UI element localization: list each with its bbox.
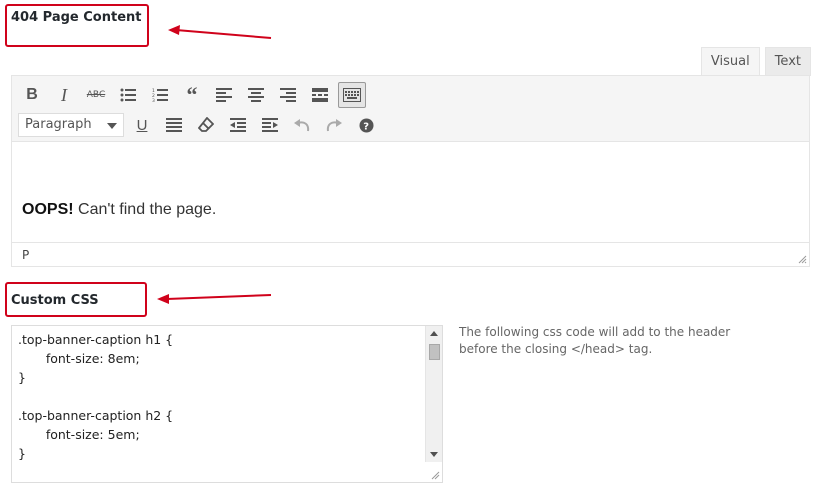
chevron-down-icon	[107, 123, 117, 129]
tab-visual[interactable]: Visual	[700, 47, 760, 76]
editor-statusbar: P	[12, 242, 809, 266]
custom-css-textarea[interactable]: .top-banner-caption h1 { font-size: 8em;…	[11, 325, 443, 483]
justify-icon[interactable]	[160, 112, 188, 138]
undo-icon[interactable]	[288, 112, 316, 138]
clear-formatting-icon[interactable]	[192, 112, 220, 138]
italic-icon[interactable]: I	[50, 82, 78, 108]
scrollbar[interactable]	[425, 326, 442, 462]
redo-icon[interactable]	[320, 112, 348, 138]
element-path[interactable]: P	[22, 248, 29, 262]
scroll-down-icon[interactable]	[430, 452, 438, 457]
tab-text[interactable]: Text	[764, 47, 811, 76]
resize-grip-icon[interactable]	[430, 470, 440, 480]
annotation-arrow-2	[157, 294, 272, 304]
toolbar-toggle-icon[interactable]	[338, 82, 366, 108]
blockquote-icon[interactable]: “	[178, 82, 206, 108]
bold-icon[interactable]: B	[18, 82, 46, 108]
resize-grip-icon[interactable]	[797, 254, 807, 264]
align-right-icon[interactable]	[274, 82, 302, 108]
svg-text:?: ?	[363, 121, 369, 132]
custom-css-label: Custom CSS	[11, 293, 99, 308]
help-icon[interactable]: ?	[352, 112, 380, 138]
page-content-label: 404 Page Content	[11, 10, 142, 25]
outdent-icon[interactable]	[224, 112, 252, 138]
content-text: Can't find the page.	[73, 201, 217, 218]
insert-more-icon[interactable]	[306, 82, 334, 108]
format-select-value: Paragraph	[25, 117, 92, 132]
editor-toolbar: B I ABC 123 “ Paragraph U ?	[12, 76, 809, 142]
strikethrough-icon[interactable]: ABC	[82, 82, 110, 108]
content-bold-text: OOPS!	[22, 201, 74, 218]
css-code: .top-banner-caption h1 { font-size: 8em;…	[18, 332, 174, 461]
numbered-list-icon[interactable]: 123	[146, 82, 174, 108]
scroll-up-icon[interactable]	[430, 331, 438, 336]
scrollbar-thumb[interactable]	[429, 344, 440, 360]
align-center-icon[interactable]	[242, 82, 270, 108]
editor-tabs: Visual Text	[696, 47, 811, 76]
editor-content-area[interactable]: OOPS! Can't find the page.	[12, 143, 809, 243]
underline-icon[interactable]: U	[128, 112, 156, 138]
rich-text-editor: B I ABC 123 “ Paragraph U ? OOPS! Can't …	[11, 75, 810, 267]
format-select[interactable]: Paragraph	[18, 113, 124, 137]
css-help-text: The following css code will add to the h…	[459, 325, 731, 356]
indent-icon[interactable]	[256, 112, 284, 138]
annotation-arrow-1	[168, 25, 272, 39]
align-left-icon[interactable]	[210, 82, 238, 108]
svg-text:3: 3	[152, 98, 155, 102]
bullet-list-icon[interactable]	[114, 82, 142, 108]
